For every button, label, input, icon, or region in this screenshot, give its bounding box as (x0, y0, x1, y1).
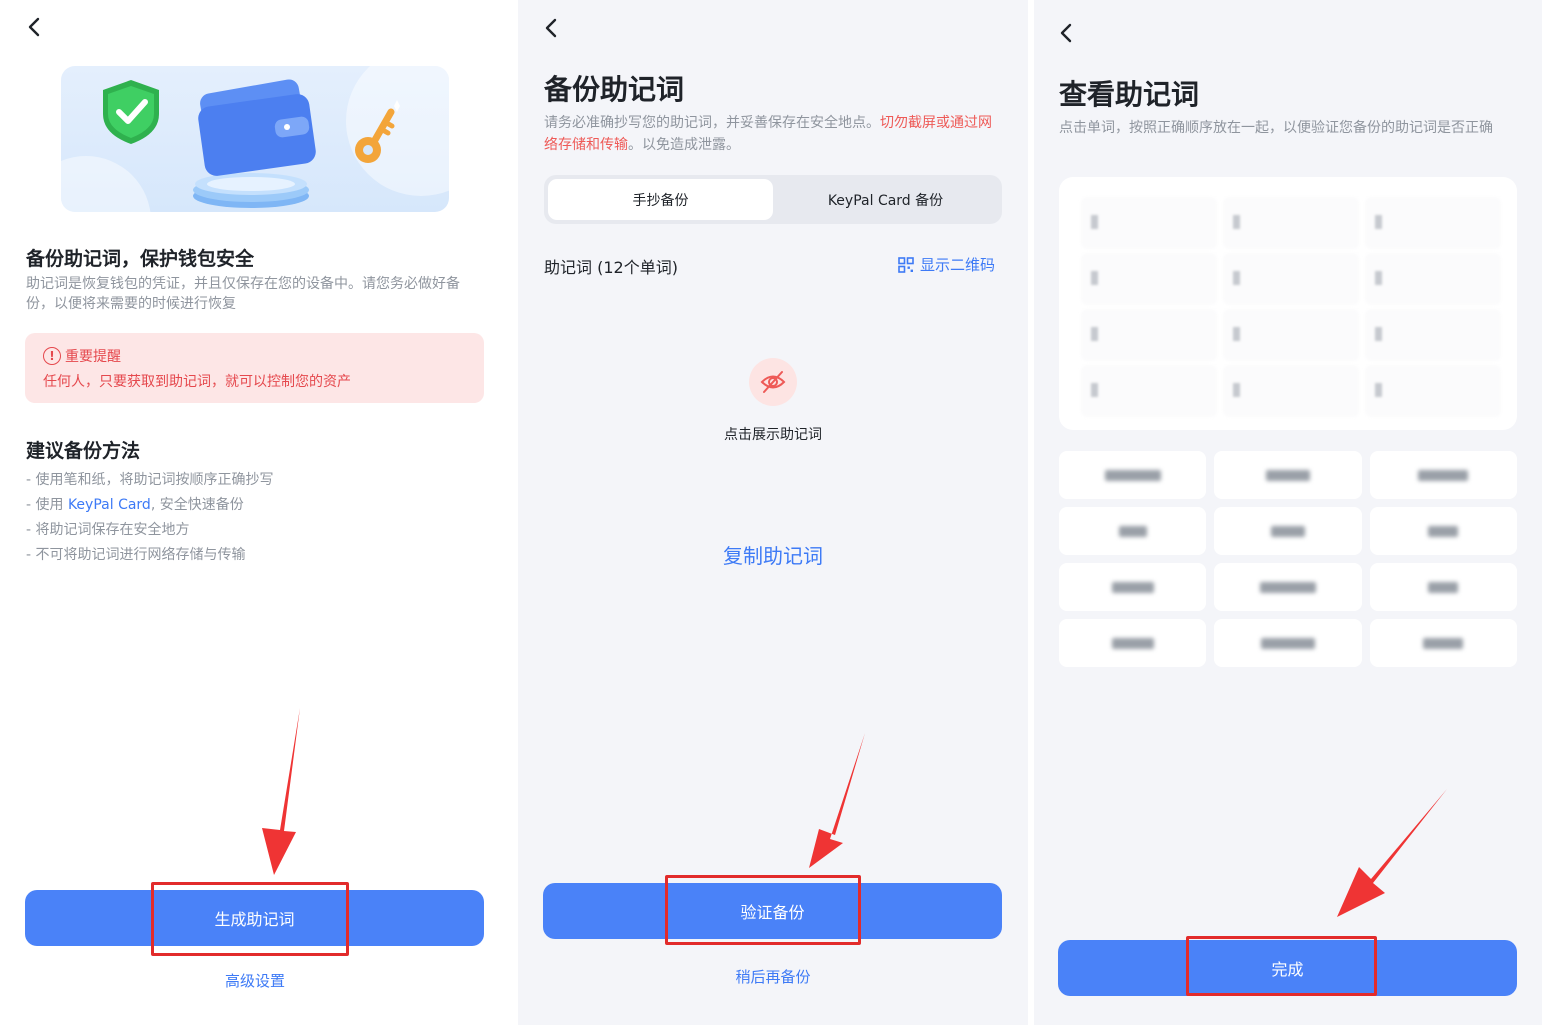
back-button[interactable] (24, 15, 46, 39)
word-chip[interactable] (1059, 619, 1207, 667)
word-chip[interactable] (1369, 507, 1517, 555)
page-title: 查看助记词 (1059, 78, 1200, 111)
wallet-icon (198, 79, 316, 176)
hero-illustration (61, 66, 449, 212)
word-obscured (1118, 525, 1147, 537)
advanced-settings-link[interactable]: 高级设置 (180, 970, 330, 991)
word-obscured (1423, 637, 1464, 649)
word-obscured (1111, 637, 1154, 649)
screen-backup-mnemonic: 备份助记词 请务必准确抄写您的助记词，并妥善保存在安全地点。切勿截屏或通过网络存… (518, 0, 1028, 1025)
alert-circle-icon: ! (43, 347, 61, 365)
eye-off-icon (749, 358, 797, 406)
slot-index-obscured (1233, 215, 1240, 229)
list-item: - 将助记词保存在安全地方 (26, 522, 190, 538)
mnemonic-slot[interactable] (1223, 253, 1359, 305)
copy-mnemonic-link[interactable]: 复制助记词 (678, 540, 868, 569)
word-chip[interactable] (1369, 451, 1517, 499)
slot-index-obscured (1091, 215, 1098, 229)
pointer-arrow (1337, 789, 1447, 917)
word-obscured (1428, 525, 1459, 537)
word-chip[interactable] (1369, 563, 1517, 611)
mnemonic-slot[interactable] (1365, 309, 1501, 361)
warning-text: 任何人，只要获取到助记词，就可以控制您的资产 (43, 374, 351, 390)
tab-handwritten-backup[interactable]: 手抄备份 (548, 179, 773, 220)
word-chip[interactable] (1059, 507, 1207, 555)
chevron-left-icon (28, 17, 40, 37)
slot-index-obscured (1091, 327, 1098, 341)
pointer-arrow (809, 733, 865, 868)
mnemonic-label: 助记词 (12个单词) (544, 258, 678, 277)
shield-check-icon (103, 80, 159, 144)
pointer-arrow (262, 708, 300, 875)
important-warning-box: ! 重要提醒 任何人，只要获取到助记词，就可以控制您的资产 (25, 333, 484, 403)
reveal-mnemonic-button[interactable]: 点击展示助记词 (668, 358, 878, 453)
word-chip[interactable] (1214, 451, 1362, 499)
mnemonic-slot[interactable] (1223, 197, 1359, 249)
slot-index-obscured (1091, 271, 1098, 285)
backup-method-tabs: 手抄备份 KeyPal Card 备份 (544, 175, 1002, 224)
word-obscured (1265, 469, 1310, 481)
slot-index-obscured (1375, 383, 1382, 397)
tab-keypal-card-backup[interactable]: KeyPal Card 备份 (773, 179, 998, 220)
mnemonic-slot[interactable] (1081, 197, 1217, 249)
slot-index-obscured (1233, 327, 1240, 341)
word-chip[interactable] (1059, 451, 1207, 499)
key-icon (355, 100, 400, 163)
backup-description: 请务必准确抄写您的助记词，并妥善保存在安全地点。切勿截屏或通过网络存储和传输。以… (544, 115, 992, 153)
backup-tips-list: - 使用笔和纸，将助记词按顺序正确抄写 - 使用 KeyPal Card, 安全… (26, 470, 274, 570)
warning-title: 重要提醒 (65, 349, 121, 365)
back-button[interactable] (1056, 21, 1078, 45)
mnemonic-slot[interactable] (1081, 365, 1217, 417)
word-chip[interactable] (1369, 619, 1517, 667)
verify-description: 点击单词，按照正确顺序放在一起，以便验证您备份的助记词是否正确 (1059, 120, 1493, 136)
mnemonic-slot[interactable] (1365, 253, 1501, 305)
slot-index-obscured (1233, 383, 1240, 397)
word-obscured (1418, 469, 1469, 481)
backup-later-link[interactable]: 稍后再备份 (698, 966, 848, 987)
screen-backup-intro: 备份助记词，保护钱包安全 助记词是恢复钱包的凭证，并且仅保存在您的设备中。请您务… (0, 0, 512, 1025)
word-chip[interactable] (1214, 563, 1362, 611)
mnemonic-slot[interactable] (1365, 365, 1501, 417)
word-obscured (1428, 581, 1459, 593)
coin-base-icon (193, 173, 309, 208)
mnemonic-slot[interactable] (1365, 197, 1501, 249)
mnemonic-slot[interactable] (1223, 365, 1359, 417)
generate-mnemonic-button[interactable]: 生成助记词 (25, 890, 484, 946)
mnemonic-slot[interactable] (1081, 309, 1217, 361)
chevron-left-icon (1060, 23, 1072, 43)
done-button[interactable]: 完成 (1058, 940, 1517, 996)
slot-index-obscured (1091, 383, 1098, 397)
reveal-mnemonic-label: 点击展示助记词 (724, 427, 822, 443)
chevron-left-icon (545, 18, 557, 38)
word-obscured (1270, 525, 1305, 537)
page-title: 备份助记词，保护钱包安全 (26, 248, 255, 270)
mnemonic-slot[interactable] (1223, 309, 1359, 361)
list-item: - 不可将助记词进行网络存储与传输 (26, 547, 246, 563)
word-chip[interactable] (1059, 563, 1207, 611)
slot-index-obscured (1375, 215, 1382, 229)
qr-code-icon (898, 256, 914, 273)
back-button[interactable] (541, 16, 563, 40)
word-chips-grid (1059, 451, 1517, 667)
slot-index-obscured (1375, 327, 1382, 341)
word-obscured (1260, 637, 1315, 649)
list-item: - 使用 KeyPal Card, 安全快速备份 (26, 497, 244, 513)
verify-backup-button[interactable]: 验证备份 (543, 883, 1002, 939)
slot-index-obscured (1233, 271, 1240, 285)
mnemonic-slot[interactable] (1081, 253, 1217, 305)
slot-index-obscured (1375, 271, 1382, 285)
word-obscured (1104, 469, 1161, 481)
section-title: 建议备份方法 (26, 440, 141, 462)
screen-verify-mnemonic: 查看助记词 点击单词，按照正确顺序放在一起，以便验证您备份的助记词是否正确 完成 (1034, 0, 1542, 1025)
show-qr-code-link[interactable]: 显示二维码 (898, 254, 995, 275)
keypal-card-link[interactable]: KeyPal Card (68, 497, 151, 513)
word-obscured (1111, 581, 1154, 593)
word-obscured (1259, 581, 1316, 593)
word-chip[interactable] (1214, 619, 1362, 667)
page-title: 备份助记词 (544, 73, 685, 106)
intro-description: 助记词是恢复钱包的凭证，并且仅保存在您的设备中。请您务必做好备份，以便将来需要的… (26, 276, 460, 312)
list-item: - 使用笔和纸，将助记词按顺序正确抄写 (26, 472, 274, 488)
word-chip[interactable] (1214, 507, 1362, 555)
mnemonic-slots-grid (1059, 177, 1517, 430)
